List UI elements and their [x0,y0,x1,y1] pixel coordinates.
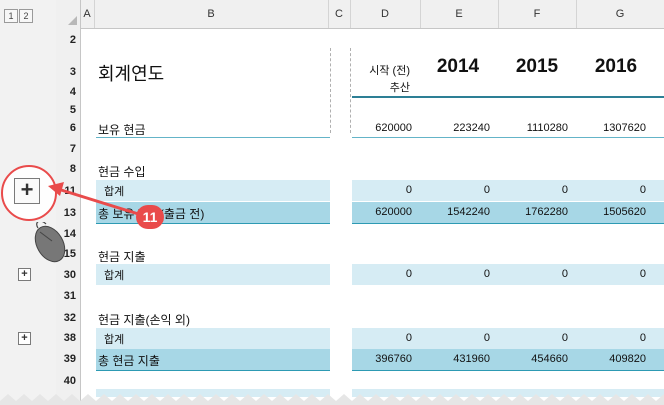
cell[interactable]: 620000 [352,206,412,218]
cell[interactable]: 1307620 [576,122,646,134]
outline-level-2-button[interactable]: 2 [19,9,33,23]
band [96,328,330,349]
row-header[interactable]: 6 [56,122,80,134]
total-expense-label: 총 현금 지출 [98,354,160,368]
cell[interactable]: 409820 [576,353,646,365]
cell[interactable]: 0 [352,332,412,344]
row-header[interactable]: 32 [56,312,80,324]
column-header-bar: A B C D E F G [56,0,664,29]
step-badge: 11 [136,205,164,229]
callout-arrow [48,182,149,219]
row-header[interactable]: 2 [56,34,80,46]
start-estimate-label-line2: 추산 [389,82,410,94]
row-header[interactable]: 4 [56,86,80,98]
start-estimate-label-line1: 시작 (전) [369,65,410,77]
cell[interactable]: 0 [420,332,490,344]
select-all-corner[interactable] [56,0,81,29]
column-header-c[interactable]: C [328,0,351,28]
column-header-d[interactable]: D [350,0,421,28]
cell[interactable]: 0 [576,332,646,344]
cell[interactable]: 223240 [420,122,490,134]
cell[interactable]: 431960 [420,353,490,365]
cell[interactable]: 1762280 [498,206,568,218]
row-underline [96,137,330,138]
year-header-2016: 2016 [594,56,638,77]
year-header-2014: 2014 [436,56,480,77]
expand-group-button[interactable]: + [18,332,31,345]
cell[interactable]: 1542240 [420,206,490,218]
column-header-a[interactable]: A [80,0,95,28]
row-header[interactable]: 5 [56,104,80,116]
cash-on-hand-label: 보유 현금 [98,123,146,137]
column-divider [330,48,331,133]
row-header[interactable]: 7 [56,143,80,155]
nonop-section-title: 현금 지출(손익 외) [98,313,190,327]
cell[interactable]: 0 [352,184,412,196]
cell[interactable]: 454660 [498,353,568,365]
cell[interactable]: 0 [498,268,568,280]
row-header[interactable]: 39 [56,353,80,365]
cell[interactable]: 0 [420,184,490,196]
row-header[interactable]: 38 [56,332,80,344]
cell[interactable]: 396760 [352,353,412,365]
cell[interactable]: 0 [420,268,490,280]
cell[interactable]: 1505620 [576,206,646,218]
cell[interactable]: 620000 [352,122,412,134]
column-header-b[interactable]: B [94,0,329,28]
torn-edge [0,394,664,405]
header-underline [352,96,664,98]
column-header-g[interactable]: G [576,0,664,28]
fiscal-year-title: 회계연도 [98,64,165,84]
column-divider [350,48,351,133]
cell[interactable]: 1110280 [498,122,568,134]
row-header[interactable]: 3 [56,66,80,78]
row-header[interactable]: 40 [56,375,80,387]
cell[interactable]: 0 [352,268,412,280]
row-underline [96,370,330,371]
row-header[interactable]: 30 [56,269,80,281]
nonop-total-label: 합계 [104,334,125,346]
column-header-e[interactable]: E [420,0,499,28]
mouse-icon [34,222,66,263]
row-header[interactable]: 31 [56,290,80,302]
cell[interactable]: 0 [498,332,568,344]
row-underline [352,370,664,371]
cell[interactable]: 0 [576,268,646,280]
column-header-f[interactable]: F [498,0,577,28]
row-underline [352,223,664,224]
cell[interactable]: 0 [498,184,568,196]
year-header-2015: 2015 [515,56,559,77]
outline-level-1-button[interactable]: 1 [4,9,18,23]
row-underline [352,137,664,138]
cell[interactable]: 0 [576,184,646,196]
